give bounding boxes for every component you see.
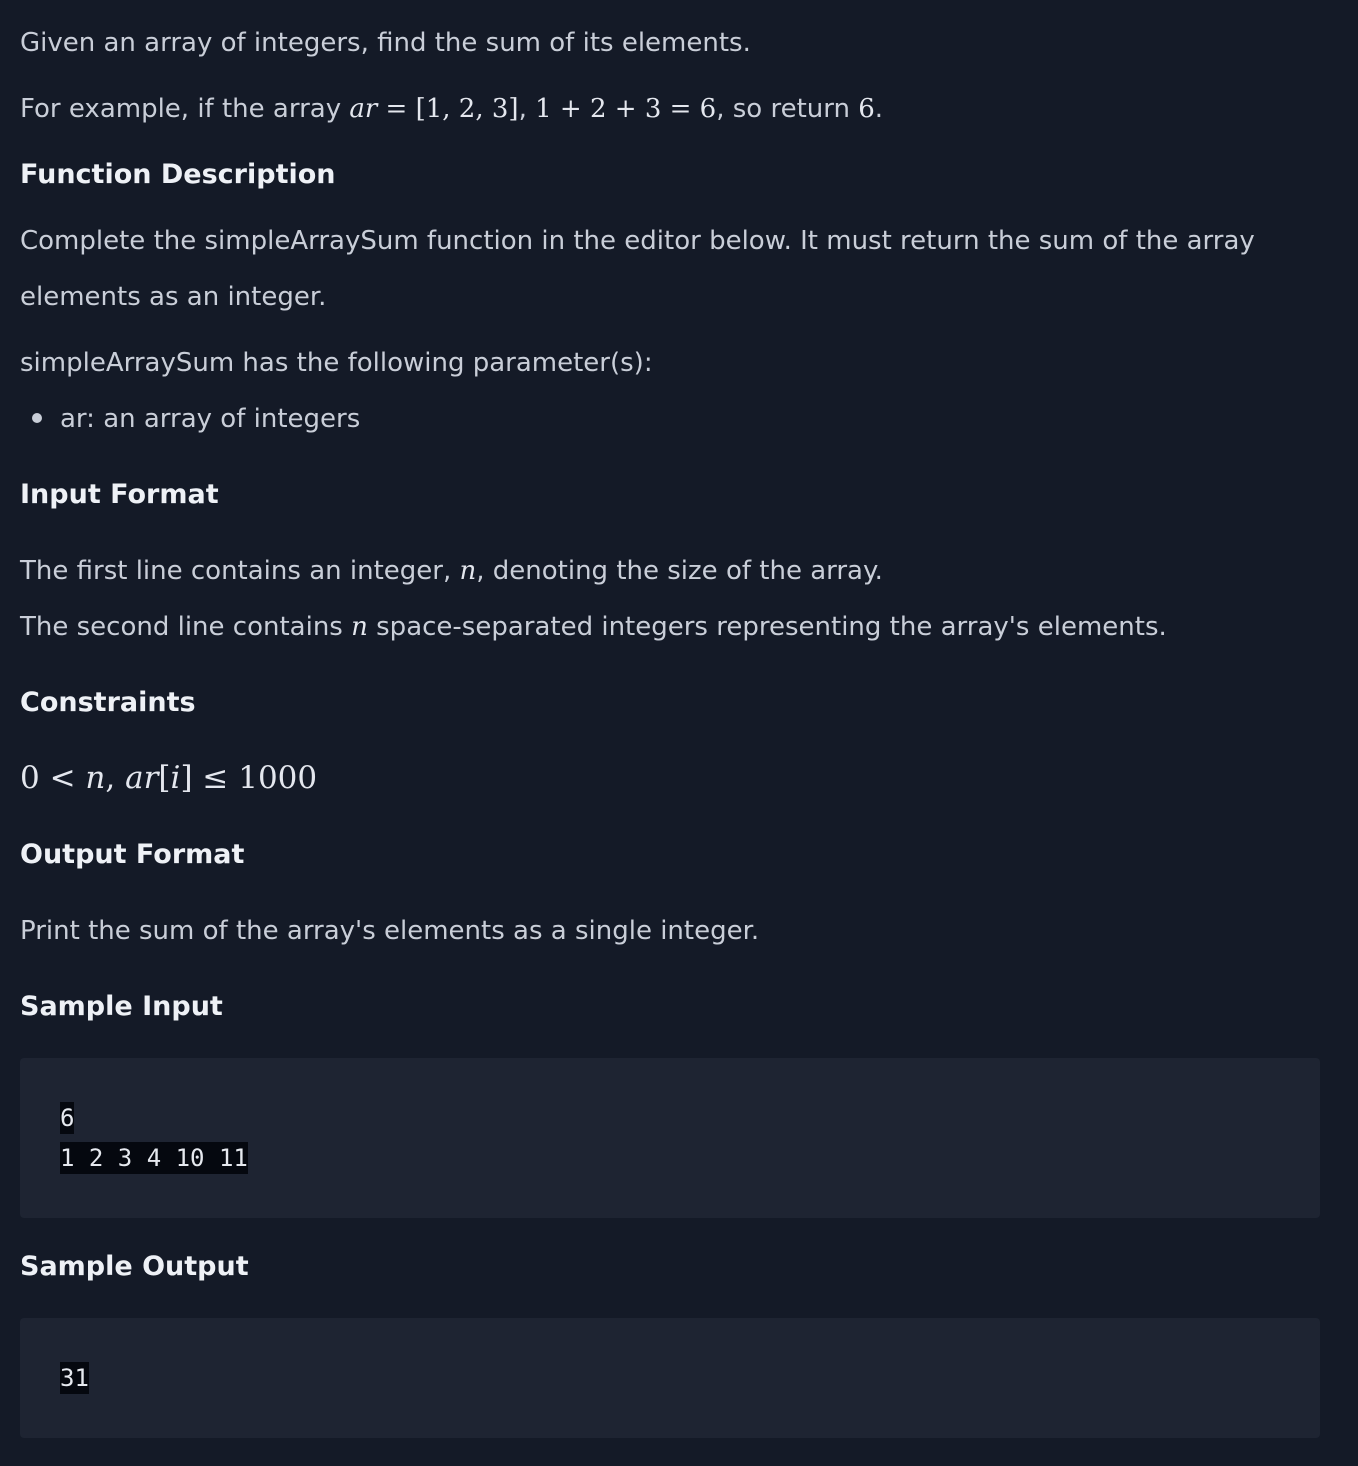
bullet-icon bbox=[32, 413, 42, 423]
input-format-line1: The first line contains an integer, n, d… bbox=[20, 543, 883, 599]
constraints-expression: 0 < n, ar[i] ≤ 1000 bbox=[20, 760, 318, 796]
var-n: n bbox=[351, 612, 368, 642]
intro-text: Given an array of integers, find the sum… bbox=[20, 28, 751, 58]
example-math-sum: 1 + 2 + 3 = 6 bbox=[535, 94, 717, 124]
params-intro: simpleArraySum has the following paramet… bbox=[20, 348, 653, 378]
output-format-body: Print the sum of the array's elements as… bbox=[20, 916, 760, 946]
sample-output-heading: Sample Output bbox=[20, 1251, 249, 1282]
sample-input-heading: Sample Input bbox=[20, 991, 223, 1022]
input-format-line2: The second line contains n space-separat… bbox=[20, 599, 1167, 655]
list-item: ar: an array of integers bbox=[20, 391, 360, 447]
sample-input-line: 1 2 3 4 10 11 bbox=[60, 1142, 248, 1174]
sample-input-box: 6 1 2 3 4 10 11 bbox=[20, 1058, 1320, 1218]
sample-input-line: 6 bbox=[60, 1102, 75, 1134]
example-math-array: ar = [1, 2, 3] bbox=[349, 94, 519, 124]
output-format-heading: Output Format bbox=[20, 839, 245, 870]
example-sep: , bbox=[518, 94, 536, 124]
function-description-heading: Function Description bbox=[20, 159, 336, 190]
example-mid: , so return bbox=[716, 94, 859, 124]
constraints-heading: Constraints bbox=[20, 687, 196, 718]
example-prefix: For example, if the array bbox=[20, 94, 350, 124]
sample-output-code: 31 bbox=[60, 1358, 89, 1398]
example-end: . bbox=[874, 94, 884, 124]
sample-input-code: 6 1 2 3 4 10 11 bbox=[60, 1098, 248, 1178]
input-line2-prefix: The second line contains bbox=[20, 612, 352, 642]
var-n: n bbox=[459, 556, 477, 586]
sample-output-box: 31 bbox=[20, 1318, 1320, 1438]
example-text: For example, if the array ar = [1, 2, 3]… bbox=[20, 81, 883, 137]
input-format-heading: Input Format bbox=[20, 479, 219, 510]
params-list: ar: an array of integers bbox=[20, 391, 360, 447]
function-description-body: Complete the simpleArraySum function in … bbox=[20, 226, 1255, 312]
sample-output-line: 31 bbox=[60, 1362, 89, 1394]
param-ar: ar: an array of integers bbox=[60, 404, 361, 434]
input-line2-suffix: space-separated integers representing th… bbox=[367, 612, 1167, 642]
example-math-result: 6 bbox=[858, 94, 875, 124]
input-line1-prefix: The first line contains an integer, bbox=[20, 556, 460, 586]
input-line1-suffix: , denoting the size of the array. bbox=[476, 556, 883, 586]
